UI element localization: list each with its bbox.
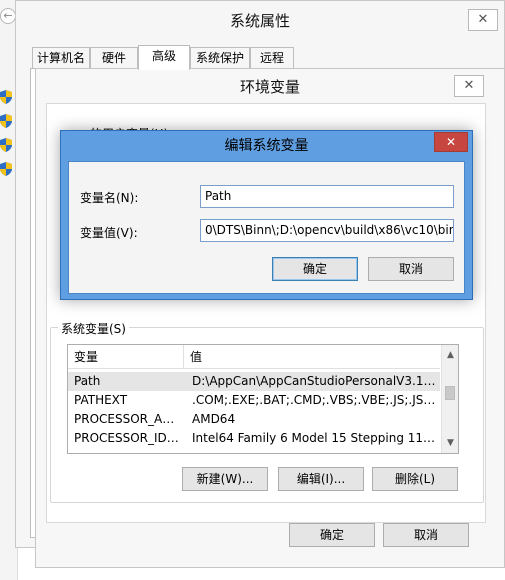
column-header-variable[interactable]: 变量 [68,345,184,369]
variable-value: Intel64 Family 6 Model 15 Stepping 11, .… [192,431,436,445]
variable-name: PROCESSOR_AR... [74,412,180,426]
variable-name: PROCESSOR_IDE... [74,431,180,445]
column-header-value[interactable]: 值 [184,345,440,369]
cancel-button[interactable]: 取消 [383,523,469,547]
variable-name: PATHEXT [74,393,128,407]
uac-shield-icon [0,162,12,176]
dialog-body: 变量名(N): Path 变量值(V): 0\DTS\Binn\;D:\open… [68,161,465,294]
delete-button[interactable]: 删除(L) [372,467,458,491]
close-icon[interactable]: ✕ [454,75,484,97]
tab-remote[interactable]: 远程 [250,47,294,69]
table-row[interactable]: PROCESSOR_AR... AMD64 [68,410,440,429]
variable-value: AMD64 [192,412,236,426]
variable-value: D:\AppCan\AppCanStudioPersonalV3.1\... [192,374,436,388]
uac-shield-icon [0,138,12,152]
variable-name: Path [74,374,101,388]
ok-button[interactable]: 确定 [289,523,375,547]
edit-system-variable-dialog: 编辑系统变量 ✕ 变量名(N): Path 变量值(V): 0\DTS\Binn… [60,130,473,300]
window-title: 系统属性 [16,1,504,41]
close-icon[interactable]: ✕ [434,132,468,152]
variable-name-label: 变量名(N): [80,191,139,205]
uac-shield-icon [0,90,12,104]
dialog-title: 环境变量 [239,78,300,96]
new-button[interactable]: 新建(W)... [182,467,268,491]
tab-computer-name[interactable]: 计算机名 [32,47,90,69]
variable-name-field[interactable]: Path [200,185,454,208]
dialog-title: 编辑系统变量 [224,138,309,154]
close-icon[interactable]: ✕ [468,9,498,31]
tab-advanced[interactable]: 高级 [138,45,190,70]
table-row[interactable]: PROCESSOR_IDE... Intel64 Family 6 Model … [68,429,440,448]
variable-value: .COM;.EXE;.BAT;.CMD;.VBS;.VBE;.JS;.JSE;.… [192,393,436,407]
variable-value-label: 变量值(V): [80,226,138,240]
uac-shield-icon [0,114,12,128]
table-row[interactable]: Path D:\AppCan\AppCanStudioPersonalV3.1\… [68,372,440,391]
tab-system-protection[interactable]: 系统保护 [190,47,250,69]
tab-hardware[interactable]: 硬件 [90,47,138,69]
table-row[interactable]: PATHEXT .COM;.EXE;.BAT;.CMD;.VBS;.VBE;.J… [68,391,440,410]
back-arrow-icon[interactable]: ← [0,8,16,24]
variable-value-field[interactable]: 0\DTS\Binn\;D:\opencv\build\x86\vc10\bin [200,219,454,242]
cancel-button[interactable]: 取消 [368,257,454,281]
scroll-up-icon[interactable]: ▲ [442,347,459,363]
system-variables-table[interactable]: 变量 值 Path D:\AppCan\AppCanStudioPersonal… [67,344,459,454]
system-variables-label: 系统变量(S) [58,320,129,337]
scroll-thumb[interactable] [445,386,455,400]
edit-button[interactable]: 编辑(I)... [278,467,364,491]
table-header: 变量 值 [68,345,440,369]
ok-button[interactable]: 确定 [272,257,358,281]
vertical-scrollbar[interactable]: ▲ ▼ [441,345,458,453]
scroll-down-icon[interactable]: ▼ [442,435,459,451]
